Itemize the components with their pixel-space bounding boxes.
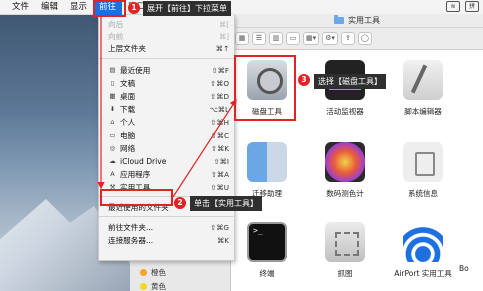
annotation-arrows <box>97 17 237 198</box>
step-badge-1: 1 <box>128 2 140 14</box>
arrow-utilities-to-disk <box>172 98 237 198</box>
step-badge-2: 2 <box>174 197 186 209</box>
callout-step2: 单击【实用工具】 <box>190 196 262 211</box>
callout-step3: 选择【磁盘工具】 <box>314 74 386 89</box>
step-badge-3: 3 <box>298 74 310 86</box>
callout-step1: 展开【前往】下拉菜单 <box>143 1 231 16</box>
